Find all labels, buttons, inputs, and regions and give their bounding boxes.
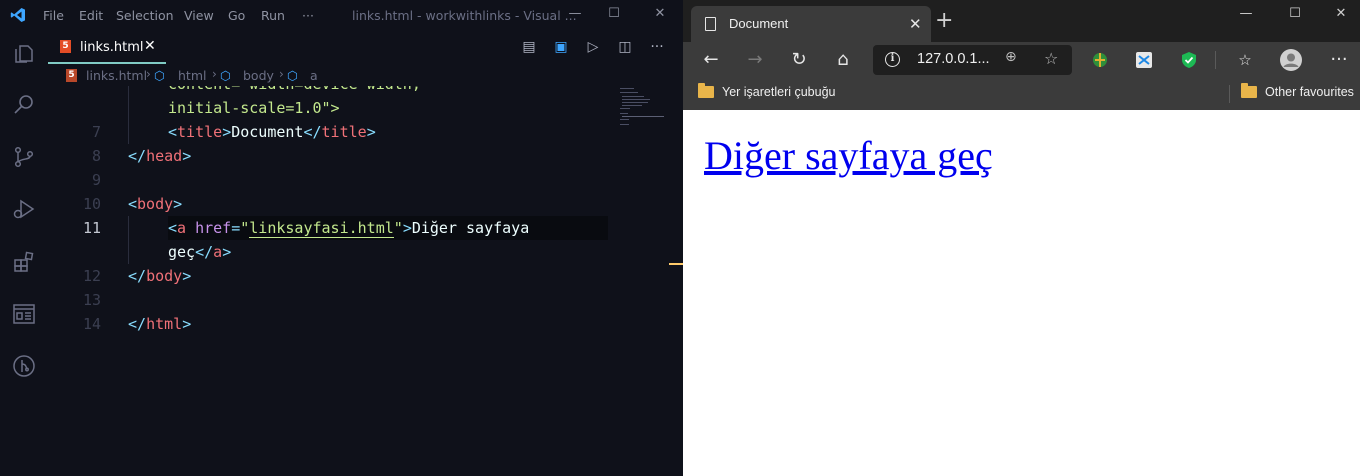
- home-icon[interactable]: ⌂: [832, 49, 854, 71]
- cube-icon: ⬡: [287, 68, 298, 83]
- forward-icon[interactable]: →: [744, 49, 766, 71]
- search-icon[interactable]: [12, 92, 36, 116]
- menu-more[interactable]: ···: [302, 8, 314, 23]
- tab-label: links.html: [80, 40, 144, 55]
- zoom-icon[interactable]: ⊕: [1005, 49, 1017, 65]
- cube-icon: ⬡: [220, 68, 231, 83]
- profile-avatar-icon[interactable]: [1280, 49, 1302, 71]
- minimize-icon[interactable]: —: [1238, 6, 1254, 21]
- html5-icon: 5: [66, 69, 77, 82]
- web-page-content: Diğer sayfaya geç: [683, 110, 1360, 476]
- chevron-right-icon: ›: [146, 67, 151, 81]
- run-icon[interactable]: ▷: [585, 39, 601, 55]
- vscode-titlebar: File Edit Selection View Go Run ··· link…: [0, 0, 683, 30]
- run-debug-icon[interactable]: [12, 197, 36, 221]
- code-line: 9: [91, 171, 101, 189]
- menu-edit[interactable]: Edit: [79, 8, 103, 23]
- extension-translate-icon[interactable]: [1135, 51, 1153, 69]
- editor-tab-bar: 5 links.html ✕ ▤ ▣ ▷ ◫ ···: [48, 30, 683, 64]
- browser-tab-title: Document: [729, 16, 789, 31]
- toolbar-divider: [1215, 51, 1216, 69]
- favorites-bar: Yer işaretleri çubuğu Other favourites: [683, 78, 1360, 110]
- back-icon[interactable]: ←: [700, 49, 722, 71]
- menu-go[interactable]: Go: [228, 8, 245, 23]
- browser-tab-strip: Document ✕ + — ☐ ✕: [683, 0, 1360, 42]
- breadcrumb-html[interactable]: html: [178, 68, 206, 83]
- other-favourites-folder[interactable]: Other favourites: [1265, 85, 1354, 99]
- close-window-icon[interactable]: ✕: [1333, 6, 1349, 21]
- html5-icon: 5: [60, 40, 71, 53]
- page-link[interactable]: Diğer sayfaya geç: [704, 132, 993, 180]
- code-line: content="width=device-width,: [48, 86, 683, 96]
- favorites-bar-folder[interactable]: Yer işaretleri çubuğu: [722, 85, 836, 99]
- cube-icon: ⬡: [154, 68, 165, 83]
- git-graph-icon[interactable]: [12, 354, 36, 378]
- folder-icon: [698, 83, 714, 98]
- menu-view[interactable]: View: [184, 8, 214, 23]
- split-editor-icon[interactable]: ◫: [617, 39, 633, 55]
- more-actions-icon[interactable]: ···: [649, 39, 665, 55]
- open-preview-icon[interactable]: ▤: [521, 39, 537, 55]
- folder-icon: [1241, 83, 1257, 98]
- favorites-list-icon[interactable]: ☆: [1234, 49, 1256, 71]
- tab-close-icon[interactable]: ✕: [909, 15, 922, 33]
- code-line: 7 <title>Document</title>: [48, 120, 683, 144]
- browser-toolbar: ← → ↻ ⌂ i 127.0.0.1... ⊕ ☆ ☆ ···: [683, 42, 1360, 78]
- minimize-icon[interactable]: —: [567, 6, 583, 22]
- activity-bar: [0, 30, 48, 476]
- menu-run[interactable]: Run: [261, 8, 285, 23]
- code-line: 10 <body>: [82, 195, 183, 213]
- site-info-icon[interactable]: i: [885, 52, 900, 67]
- chevron-right-icon: ›: [212, 67, 217, 81]
- code-line: 12 </body>: [82, 267, 192, 285]
- maximize-icon[interactable]: ☐: [1287, 6, 1303, 21]
- address-text: 127.0.0.1...: [917, 51, 990, 67]
- browser-tab-document[interactable]: Document ✕: [691, 6, 931, 42]
- breadcrumb-body[interactable]: body: [243, 68, 274, 83]
- code-line: geç</a>: [48, 240, 683, 264]
- extension-globe-icon[interactable]: [1091, 51, 1109, 69]
- settings-more-icon[interactable]: ···: [1328, 49, 1350, 71]
- menu-selection[interactable]: Selection: [116, 8, 174, 23]
- breadcrumb-file[interactable]: links.html: [86, 68, 147, 83]
- source-control-icon[interactable]: [12, 145, 36, 169]
- refresh-icon[interactable]: ↻: [788, 49, 810, 71]
- document-icon: [705, 17, 716, 31]
- code-line: initial-scale=1.0">: [48, 96, 683, 120]
- remote-explorer-icon[interactable]: [12, 302, 36, 326]
- shield-icon[interactable]: [1180, 51, 1198, 69]
- browser-window: Document ✕ + — ☐ ✕ ← → ↻ ⌂ i 127.0.0.1..…: [683, 0, 1360, 476]
- favorites-divider: [1229, 85, 1230, 103]
- code-editor[interactable]: content="width=device-width, initial-sca…: [48, 86, 683, 476]
- tab-links-html[interactable]: 5 links.html ✕: [48, 30, 166, 64]
- address-bar[interactable]: i 127.0.0.1... ⊕ ☆: [873, 45, 1072, 75]
- code-line: 8 </head>: [91, 147, 192, 165]
- live-server-icon[interactable]: ▣: [553, 39, 569, 55]
- new-tab-button[interactable]: +: [935, 10, 953, 32]
- scrollbar-cursor-marker: [669, 263, 683, 265]
- chevron-right-icon: ›: [279, 67, 284, 81]
- favorite-star-icon[interactable]: ☆: [1044, 49, 1058, 68]
- code-line: 13: [82, 291, 101, 309]
- menu-file[interactable]: File: [43, 8, 64, 23]
- vscode-window: File Edit Selection View Go Run ··· link…: [0, 0, 683, 476]
- extensions-icon[interactable]: [12, 250, 36, 274]
- breadcrumb: 5 links.html › ⬡ html › ⬡ body › ⬡ a: [48, 64, 683, 86]
- tab-close-icon[interactable]: ✕: [144, 38, 156, 54]
- current-code-line: 11 <a href="linksayfasi.html">Diğer sayf…: [48, 216, 683, 240]
- close-window-icon[interactable]: ✕: [652, 6, 668, 22]
- explorer-icon[interactable]: [12, 42, 36, 66]
- code-line: 14 </html>: [82, 315, 192, 333]
- window-title: links.html - workwithlinks - Visual ...: [352, 8, 577, 23]
- minimap[interactable]: [618, 86, 668, 146]
- vscode-logo-icon: [10, 8, 25, 22]
- breadcrumb-a[interactable]: a: [310, 68, 318, 83]
- maximize-icon[interactable]: ☐: [606, 6, 622, 22]
